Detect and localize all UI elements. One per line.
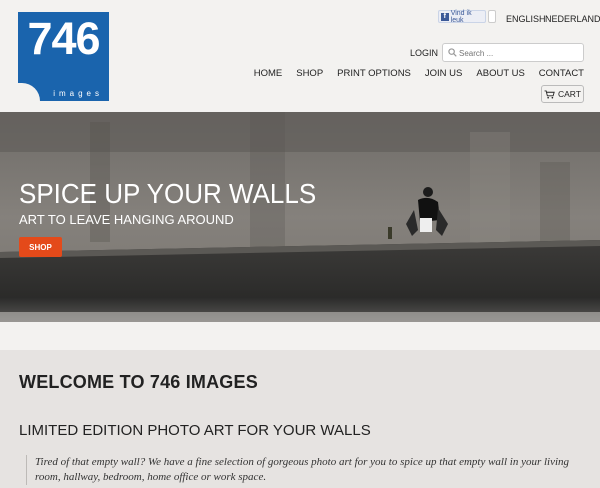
nav-shop[interactable]: SHOP — [282, 68, 323, 79]
cart-button[interactable]: CART — [541, 85, 584, 103]
nav-about-us[interactable]: ABOUT US — [462, 68, 524, 79]
site-header: 746 images f Vind ik leuk ENGLISH NEDERL… — [0, 0, 600, 112]
search-box[interactable] — [442, 43, 584, 62]
cart-icon — [544, 89, 555, 99]
hero-title: SPICE UP YOUR WALLS — [19, 177, 317, 210]
nav-home[interactable]: HOME — [240, 68, 283, 79]
facebook-like-count — [488, 10, 496, 23]
limited-edition-heading: LIMITED EDITION PHOTO ART FOR YOUR WALLS — [19, 422, 371, 439]
nav-print-options[interactable]: PRINT OPTIONS — [323, 68, 411, 79]
logo-subtitle: images — [53, 89, 103, 98]
facebook-like-button[interactable]: f Vind ik leuk — [438, 9, 486, 24]
nav-contact[interactable]: CONTACT — [525, 68, 584, 79]
language-english-link[interactable]: ENGLISH — [506, 14, 546, 24]
search-icon — [448, 48, 457, 57]
facebook-like-label: Vind ik leuk — [450, 9, 472, 24]
nav-join-us[interactable]: JOIN US — [411, 68, 462, 79]
hero-banner: SPICE UP YOUR WALLS ART TO LEAVE HANGING… — [0, 112, 600, 322]
language-dutch-link[interactable]: NEDERLANDS — [545, 14, 600, 24]
welcome-heading: WELCOME TO 746 IMAGES — [19, 372, 258, 392]
main-nav: HOME SHOP PRINT OPTIONS JOIN US ABOUT US… — [240, 68, 584, 79]
search-input[interactable] — [459, 46, 579, 60]
cart-label: CART — [558, 89, 581, 99]
intro-quote: Tired of that empty wall? We have a fine… — [26, 455, 586, 485]
logo[interactable]: 746 images — [18, 12, 109, 101]
hero-subtitle: ART TO LEAVE HANGING AROUND — [19, 212, 234, 227]
section-gap — [0, 322, 600, 350]
facebook-icon: f — [441, 12, 449, 21]
hero-shop-button[interactable]: SHOP — [19, 237, 62, 257]
logo-number: 746 — [27, 13, 100, 64]
logo-notch — [18, 83, 40, 101]
login-link[interactable]: LOGIN — [410, 48, 438, 58]
